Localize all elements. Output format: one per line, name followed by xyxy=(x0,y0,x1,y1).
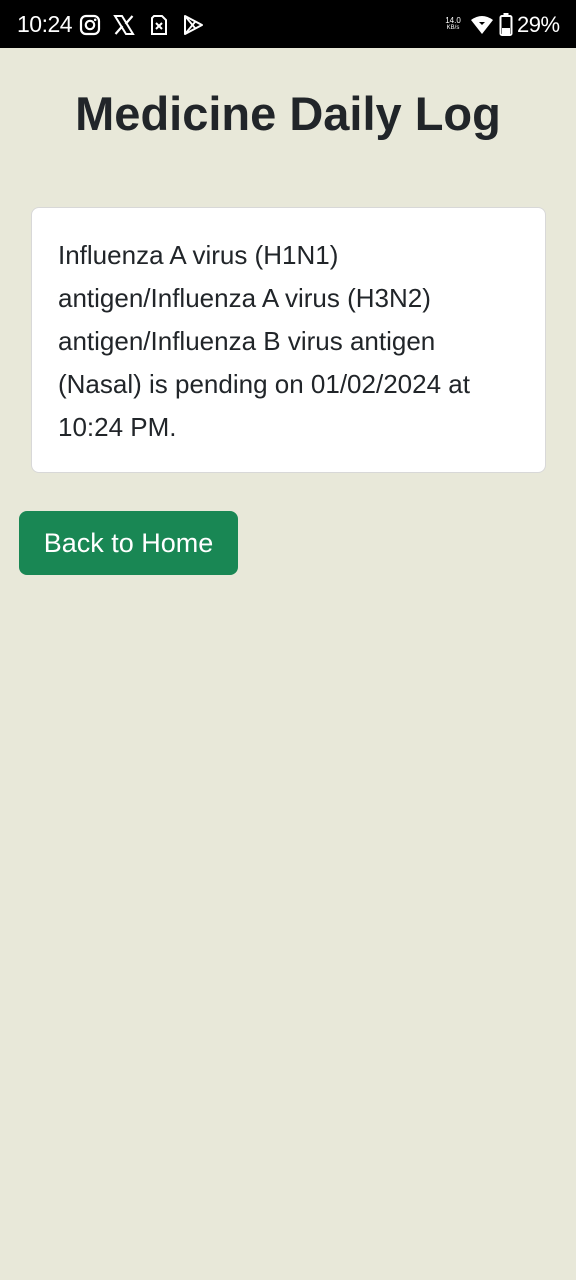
network-speed-value: 14.0 xyxy=(445,16,461,25)
status-time: 10:24 xyxy=(17,11,73,37)
x-icon xyxy=(113,14,135,36)
back-to-home-button[interactable]: Back to Home xyxy=(19,511,238,575)
battery-icon xyxy=(498,13,514,36)
battery-percent: 29% xyxy=(517,12,560,37)
log-entry-card: Influenza A virus (H1N1) antigen/Influen… xyxy=(31,207,546,473)
network-speed-unit: KB/s xyxy=(446,25,460,31)
sim-icon xyxy=(148,14,170,36)
log-entry-message: Influenza A virus (H1N1) antigen/Influen… xyxy=(58,240,470,442)
wifi-icon xyxy=(470,14,494,36)
page-title: Medicine Daily Log xyxy=(75,87,501,140)
status-bar: 10:24 14.0 KB/s 29% xyxy=(0,0,576,48)
instagram-icon xyxy=(79,14,101,36)
network-speed: 14.0 KB/s xyxy=(442,16,464,32)
play-store-icon xyxy=(182,14,204,36)
